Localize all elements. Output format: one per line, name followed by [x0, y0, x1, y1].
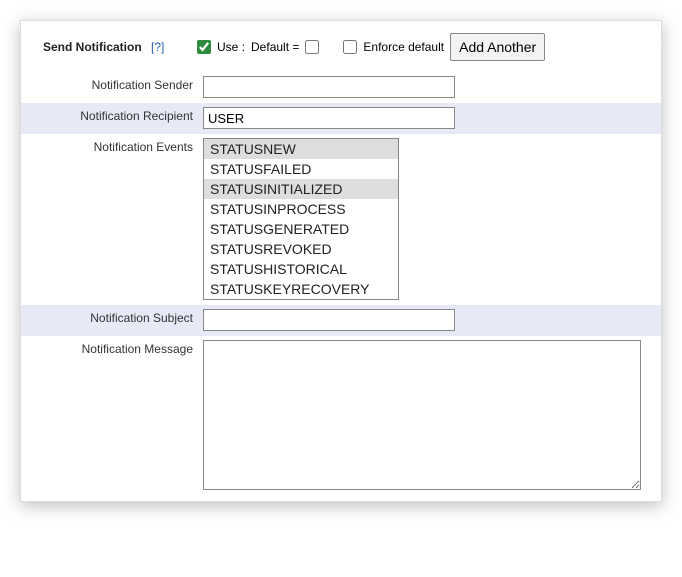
section-title: Send Notification [29, 40, 142, 54]
event-item[interactable]: STATUSHISTORICAL [204, 259, 398, 279]
event-item[interactable]: STATUSINITIALIZED [204, 179, 398, 199]
recipient-input[interactable] [203, 107, 455, 129]
use-checkbox[interactable] [197, 40, 211, 54]
add-another-button[interactable]: Add Another [450, 33, 545, 61]
sender-input[interactable] [203, 76, 455, 98]
enforce-label: Enforce default [363, 40, 444, 54]
default-checkbox[interactable] [305, 40, 319, 54]
subject-row: Notification Subject [21, 305, 661, 336]
header-row: Send Notification [?] Use : Default = En… [21, 21, 661, 72]
event-item[interactable]: STATUSINPROCESS [204, 199, 398, 219]
subject-label: Notification Subject [21, 305, 201, 331]
event-item[interactable]: STATUSREVOKED [204, 239, 398, 259]
event-item[interactable]: STATUSKEYRECOVERY [204, 279, 398, 299]
message-label: Notification Message [21, 336, 201, 362]
event-item[interactable]: STATUSNEW [204, 139, 398, 159]
default-label: Default = [251, 40, 299, 54]
subject-input[interactable] [203, 309, 455, 331]
events-listbox[interactable]: STATUSNEWSTATUSFAILEDSTATUSINITIALIZEDST… [203, 138, 399, 300]
header-controls: Use : Default = Enforce default Add Anot… [195, 29, 657, 65]
sender-label: Notification Sender [21, 72, 201, 98]
message-textarea[interactable] [203, 340, 641, 490]
enforce-checkbox[interactable] [343, 40, 357, 54]
help-link[interactable]: [?] [151, 40, 164, 54]
event-item[interactable]: STATUSGENERATED [204, 219, 398, 239]
recipient-label: Notification Recipient [21, 103, 201, 129]
notification-panel: Send Notification [?] Use : Default = En… [20, 20, 662, 502]
events-label: Notification Events [21, 134, 201, 160]
event-item[interactable]: STATUSFAILED [204, 159, 398, 179]
message-row: Notification Message [21, 336, 661, 501]
use-label: Use : [217, 40, 245, 54]
events-row: Notification Events STATUSNEWSTATUSFAILE… [21, 134, 661, 305]
sender-row: Notification Sender [21, 72, 661, 103]
recipient-row: Notification Recipient [21, 103, 661, 134]
